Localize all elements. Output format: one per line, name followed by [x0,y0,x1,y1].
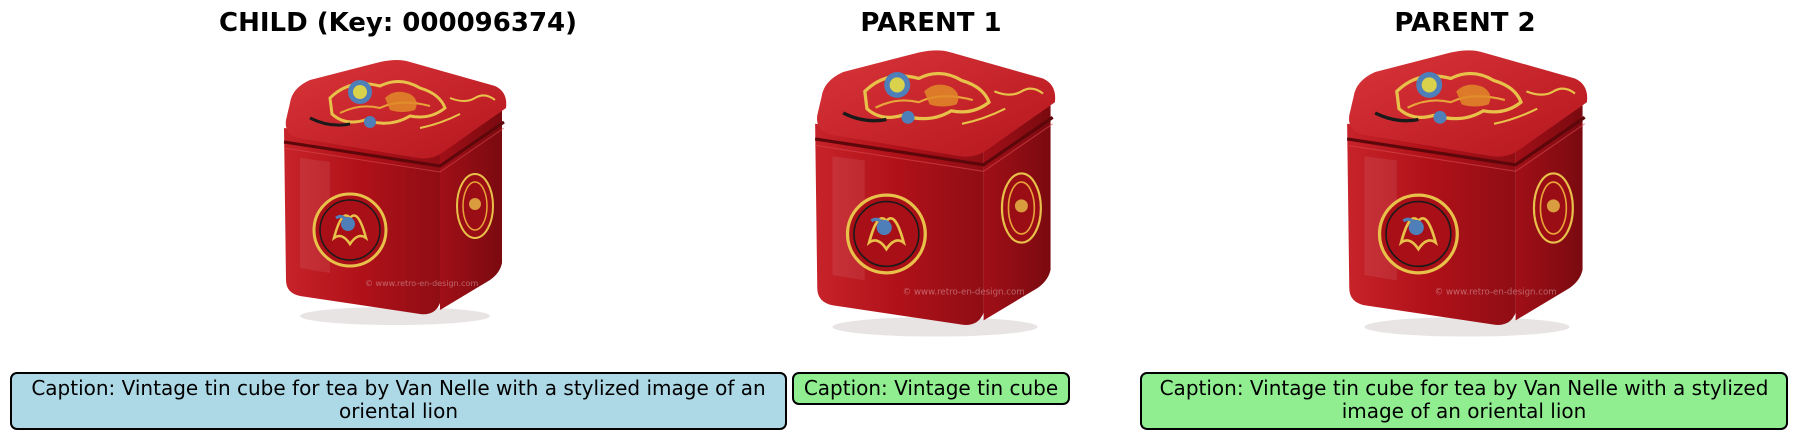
parent1-title: PARENT 1 [860,8,1002,38]
parent2-title: PARENT 2 [1394,8,1536,38]
parent2-caption: Caption: Vintage tin cube for tea by Van… [1140,372,1788,430]
parent1-tin-image [813,48,1057,339]
parent2-tin-image [1345,48,1589,339]
child-tin-image [282,58,508,327]
comparison-figure: CHILD (Key: 000096374) PARENT 1 PARENT 2… [0,0,1796,437]
child-title: CHILD (Key: 000096374) [218,8,578,38]
child-caption: Caption: Vintage tin cube for tea by Van… [10,372,787,430]
parent1-caption: Caption: Vintage tin cube [792,372,1070,405]
